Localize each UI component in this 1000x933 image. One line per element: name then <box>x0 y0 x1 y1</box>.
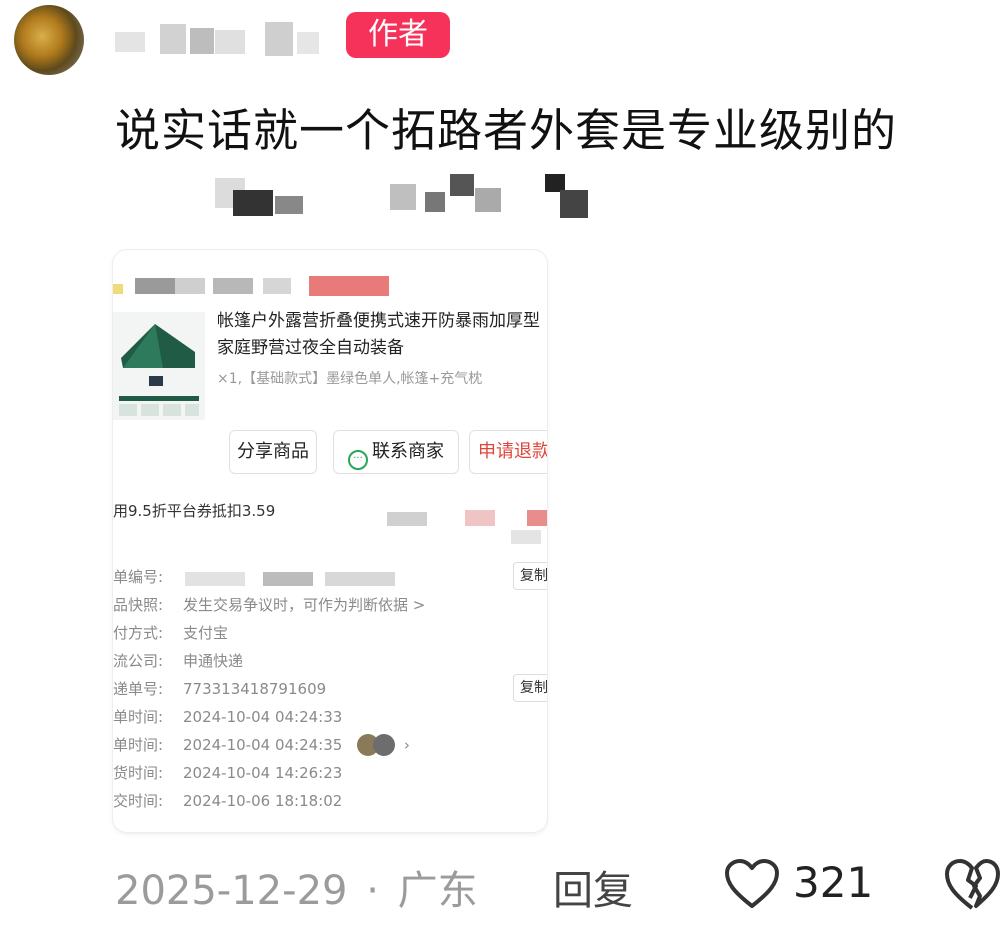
refund-button[interactable]: 申请退款 <box>469 430 547 474</box>
payment-row: 付方式: 支付宝 <box>113 622 228 643</box>
order-screenshot[interactable]: 帐篷户外露营折叠便携式速开防暴雨加厚型家庭野营过夜全自动装备 ×1,【基础款式】… <box>113 250 547 832</box>
row-label: 货时间: <box>113 764 164 782</box>
payer-avatars <box>357 734 396 760</box>
contact-seller-button[interactable]: ··· 联系商家 <box>333 430 459 474</box>
meta-separator: · <box>366 868 379 914</box>
heart-outline-icon[interactable] <box>724 858 780 910</box>
order-number-row: 单编号: <box>113 566 183 587</box>
like-count: 321 <box>793 858 874 907</box>
ship-time-row: 货时间: 2024-10-04 14:26:23 <box>113 762 342 783</box>
product-thumbnail[interactable] <box>113 312 205 420</box>
row-label: 单编号: <box>113 568 164 586</box>
broken-heart-icon[interactable] <box>944 856 1000 912</box>
pay-time-row[interactable]: 单时间: 2024-10-04 04:24:35 › <box>113 734 410 760</box>
username-mosaic[interactable] <box>115 18 335 60</box>
row-value: 2024-10-04 14:26:23 <box>183 764 343 782</box>
comment-body: 说实话就一个拓路者外套是专业级别的 <box>115 104 898 157</box>
row-value: 2024-10-06 18:18:02 <box>183 792 343 810</box>
product-title[interactable]: 帐篷户外露营折叠便携式速开防暴雨加厚型家庭野营过夜全自动装备 <box>217 308 547 362</box>
author-badge: 作者 <box>346 12 450 58</box>
courier-row: 流公司: 申通快递 <box>113 650 243 671</box>
comment-meta: 2025-12-29 · 广东 <box>115 858 478 916</box>
contact-seller-label: 联系商家 <box>372 441 444 462</box>
row-value: 支付宝 <box>183 624 229 642</box>
reply-button[interactable]: 回复 <box>553 858 633 916</box>
row-label: 付方式: <box>113 624 164 642</box>
row-label: 单时间: <box>113 736 164 754</box>
row-value: 2024-10-04 04:24:35 <box>183 736 343 754</box>
row-label: 单时间: <box>113 708 164 726</box>
comment-mosaic <box>175 170 595 230</box>
snapshot-row[interactable]: 品快照: 发生交易争议时，可作为判断依据 > <box>113 594 425 615</box>
avatar[interactable] <box>14 5 84 75</box>
tracking-row: 递单号: 773313418791609 <box>113 678 326 699</box>
comment-date: 2025-12-29 <box>115 868 348 914</box>
row-label: 递单号: <box>113 680 164 698</box>
shop-name-mosaic <box>113 274 403 298</box>
row-label: 交时间: <box>113 792 164 810</box>
complete-time-row: 交时间: 2024-10-06 18:18:02 <box>113 790 342 811</box>
chevron-right-icon: › <box>403 736 410 754</box>
share-product-button[interactable]: 分享商品 <box>229 430 317 474</box>
comment-text: 说实话就一个拓路者外套是专业级别的 <box>115 86 975 176</box>
row-value: 发生交易争议时，可作为判断依据 > <box>183 596 426 614</box>
copy-tracking-button[interactable]: 复制 <box>513 674 547 702</box>
order-time-row: 单时间: 2024-10-04 04:24:33 <box>113 706 342 727</box>
product-spec: ×1,【基础款式】墨绿色单人,帐篷+充气枕 <box>217 371 483 387</box>
chat-icon: ··· <box>348 450 368 470</box>
row-label: 流公司: <box>113 652 164 670</box>
price-mosaic <box>387 508 547 548</box>
order-number-mosaic <box>185 572 405 588</box>
comment-location: 广东 <box>397 868 478 914</box>
coupon-text: 用9.5折平台券抵扣3.59 <box>113 502 276 520</box>
row-value: 2024-10-04 04:24:33 <box>183 708 343 726</box>
row-value: 申通快递 <box>183 652 244 670</box>
row-label: 品快照: <box>113 596 164 614</box>
row-value: 773313418791609 <box>183 680 327 698</box>
copy-order-number-button[interactable]: 复制 <box>513 562 547 590</box>
